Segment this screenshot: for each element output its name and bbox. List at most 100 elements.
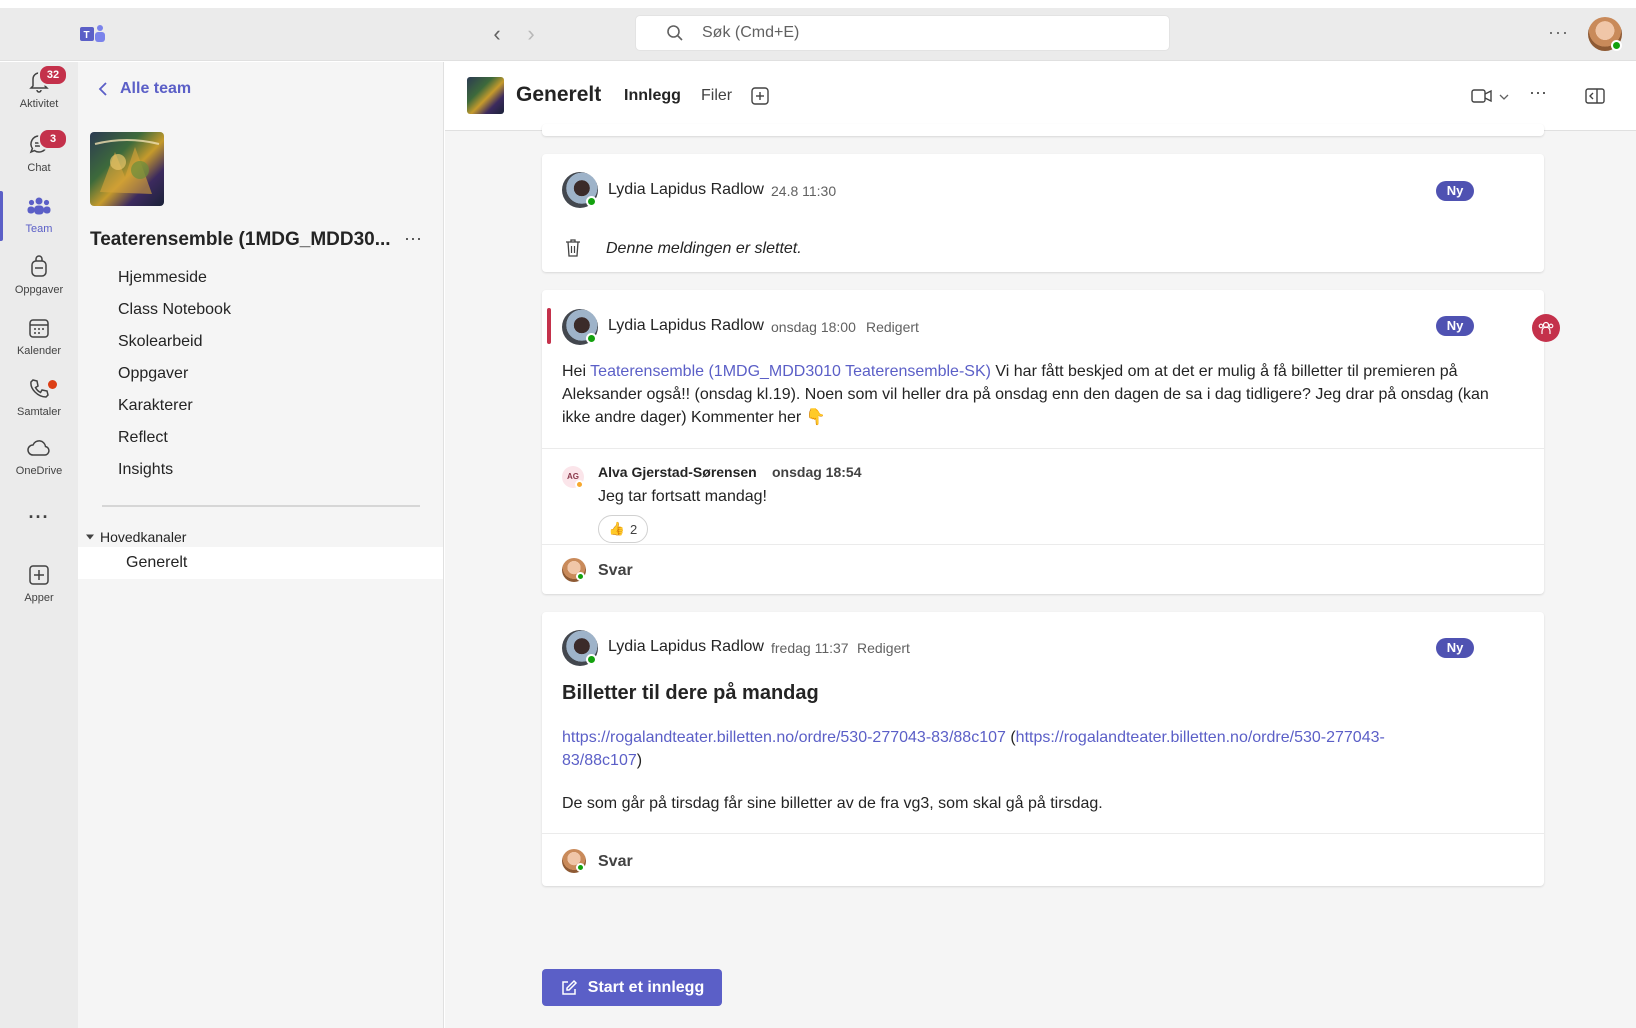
thumbs-up-emoji: 👍 bbox=[608, 521, 625, 536]
edited-label: Redigert bbox=[866, 319, 919, 335]
presence-available-icon bbox=[586, 333, 597, 344]
post-body: Hei Teaterensemble (1MDG_MDD3010 Teatere… bbox=[562, 360, 1512, 429]
all-teams-link[interactable]: Alle team bbox=[98, 80, 191, 98]
rail-label-team: Team bbox=[25, 223, 53, 235]
new-badge: Ny bbox=[1436, 181, 1474, 201]
svg-text:T: T bbox=[84, 30, 90, 41]
rail-label-apps: Apper bbox=[24, 592, 54, 604]
rail-item-apps[interactable]: Apper bbox=[0, 556, 78, 616]
rail-item-team[interactable]: Team bbox=[0, 187, 78, 247]
post-card-premiere: Lydia Lapidus Radlow onsdag 18:00 Redige… bbox=[542, 290, 1544, 594]
divider bbox=[102, 505, 420, 507]
presence-available-icon bbox=[586, 654, 597, 665]
team-more-options-icon[interactable]: ··· bbox=[404, 228, 422, 249]
calendar-icon bbox=[29, 319, 49, 338]
channel-more-options-icon[interactable]: ··· bbox=[1529, 82, 1547, 103]
ticket-link[interactable]: https://rogalandteater.billetten.no/ordr… bbox=[562, 729, 1006, 746]
team-icon bbox=[27, 197, 51, 215]
reaction-count: 2 bbox=[629, 521, 638, 537]
back-arrow-icon[interactable]: ‹ bbox=[487, 23, 507, 45]
channel-title: Generelt bbox=[516, 83, 602, 106]
calls-notification-dot bbox=[48, 380, 57, 389]
avatar[interactable] bbox=[562, 630, 598, 666]
forward-arrow-icon[interactable]: › bbox=[521, 23, 541, 45]
avatar[interactable] bbox=[562, 309, 598, 345]
reaction-pill[interactable]: 👍 2 bbox=[598, 515, 648, 543]
group-apps-icon[interactable] bbox=[1532, 314, 1560, 342]
channel-header: Generelt Innlegg Filer ··· bbox=[445, 62, 1636, 131]
rail-item-chat[interactable]: 3 Chat bbox=[0, 126, 78, 186]
rail-item-onedrive[interactable]: OneDrive bbox=[0, 431, 78, 491]
rail-label-chat: Chat bbox=[27, 162, 51, 174]
team-artwork-icon bbox=[94, 139, 160, 194]
search-icon bbox=[667, 25, 683, 41]
avatar[interactable] bbox=[562, 172, 598, 208]
previous-post-card bbox=[542, 124, 1544, 136]
deleted-message-text: Denne meldingen er slettet. bbox=[606, 240, 802, 257]
separator bbox=[542, 544, 1544, 545]
team-link-insights[interactable]: Insights bbox=[118, 454, 231, 486]
chevron-left-icon bbox=[98, 82, 107, 96]
rail-label-calendar: Kalender bbox=[16, 345, 62, 357]
reply-button[interactable]: Svar bbox=[598, 562, 633, 580]
presence-available-icon bbox=[576, 863, 585, 872]
add-tab-icon[interactable] bbox=[751, 87, 769, 105]
team-link-class-notebook[interactable]: Class Notebook bbox=[118, 294, 231, 326]
team-name: Teaterensemble (1MDG_MDD30... bbox=[90, 229, 390, 250]
post-author[interactable]: Lydia Lapidus Radlow bbox=[608, 317, 764, 335]
rail-item-activity[interactable]: 32 Aktivitet bbox=[0, 62, 78, 122]
team-link-assignments[interactable]: Oppgaver bbox=[118, 358, 231, 390]
more-options-icon[interactable]: ··· bbox=[1548, 22, 1569, 43]
channel-item-general[interactable]: Generelt bbox=[78, 547, 443, 579]
team-link-reflect[interactable]: Reflect bbox=[118, 422, 231, 454]
user-avatar[interactable] bbox=[1588, 17, 1622, 51]
add-app-icon bbox=[29, 565, 49, 585]
video-call-icon[interactable] bbox=[1471, 88, 1493, 104]
start-post-button[interactable]: Start et innlegg bbox=[542, 969, 722, 1006]
compose-icon bbox=[562, 979, 577, 995]
trash-icon bbox=[566, 239, 580, 257]
post-card-deleted: Lydia Lapidus Radlow 24.8 11:30 Ny Denne… bbox=[542, 154, 1544, 272]
presence-away-icon bbox=[575, 480, 584, 489]
post-timestamp: fredag 11:37 bbox=[771, 640, 849, 656]
team-link-home[interactable]: Hjemmeside bbox=[118, 262, 231, 294]
reply-author[interactable]: Alva Gjerstad-Sørensen bbox=[598, 464, 757, 480]
reply-timestamp: onsdag 18:54 bbox=[772, 464, 862, 480]
activity-badge: 32 bbox=[38, 64, 68, 86]
more-apps-icon[interactable]: ··· bbox=[0, 507, 78, 537]
separator bbox=[542, 833, 1544, 834]
teams-logo-icon: T bbox=[80, 25, 105, 42]
chat-badge: 3 bbox=[38, 128, 68, 150]
post-paragraph: De som går på tirsdag får sine billetter… bbox=[562, 795, 1103, 812]
side-panel-icon[interactable] bbox=[1585, 88, 1605, 104]
team-link-schoolwork[interactable]: Skolearbeid bbox=[118, 326, 231, 358]
separator bbox=[542, 448, 1544, 449]
rail-item-assignments[interactable]: Oppgaver bbox=[0, 248, 78, 308]
presence-available-icon bbox=[1611, 40, 1622, 51]
tab-files[interactable]: Filer bbox=[701, 87, 732, 105]
people-icon bbox=[1538, 321, 1554, 334]
team-picture[interactable] bbox=[90, 132, 164, 206]
all-teams-label: Alle team bbox=[120, 80, 192, 97]
tab-posts[interactable]: Innlegg bbox=[624, 87, 681, 105]
team-panel: Alle team Teaterensemble (1MDG_MDD30... … bbox=[78, 62, 444, 1028]
rail-item-calls[interactable]: Samtaler bbox=[0, 370, 78, 430]
team-links: Hjemmeside Class Notebook Skolearbeid Op… bbox=[118, 262, 231, 486]
post-timestamp: 24.8 11:30 bbox=[771, 183, 837, 199]
app-rail: 32 Aktivitet 3 Chat Team Oppgaver Kalend… bbox=[0, 62, 78, 1028]
cloud-icon bbox=[27, 440, 50, 456]
post-author[interactable]: Lydia Lapidus Radlow bbox=[608, 181, 764, 199]
team-mention[interactable]: Teaterensemble (1MDG_MDD3010 Teaterensem… bbox=[590, 363, 991, 380]
new-badge: Ny bbox=[1436, 638, 1474, 658]
rail-label-activity: Aktivitet bbox=[19, 98, 59, 110]
team-link-grades[interactable]: Karakterer bbox=[118, 390, 231, 422]
rail-item-calendar[interactable]: Kalender bbox=[0, 309, 78, 369]
chevron-down-icon[interactable] bbox=[1499, 93, 1509, 101]
search-input[interactable]: Søk (Cmd+E) bbox=[635, 15, 1170, 51]
post-author[interactable]: Lydia Lapidus Radlow bbox=[608, 638, 764, 656]
channels-section-toggle[interactable]: Hovedkanaler bbox=[86, 529, 186, 545]
post-body-prefix: Hei bbox=[562, 363, 591, 380]
reply-button[interactable]: Svar bbox=[598, 853, 633, 871]
pointing-down-emoji: 👇 bbox=[805, 409, 826, 426]
rail-label-onedrive: OneDrive bbox=[15, 465, 63, 477]
